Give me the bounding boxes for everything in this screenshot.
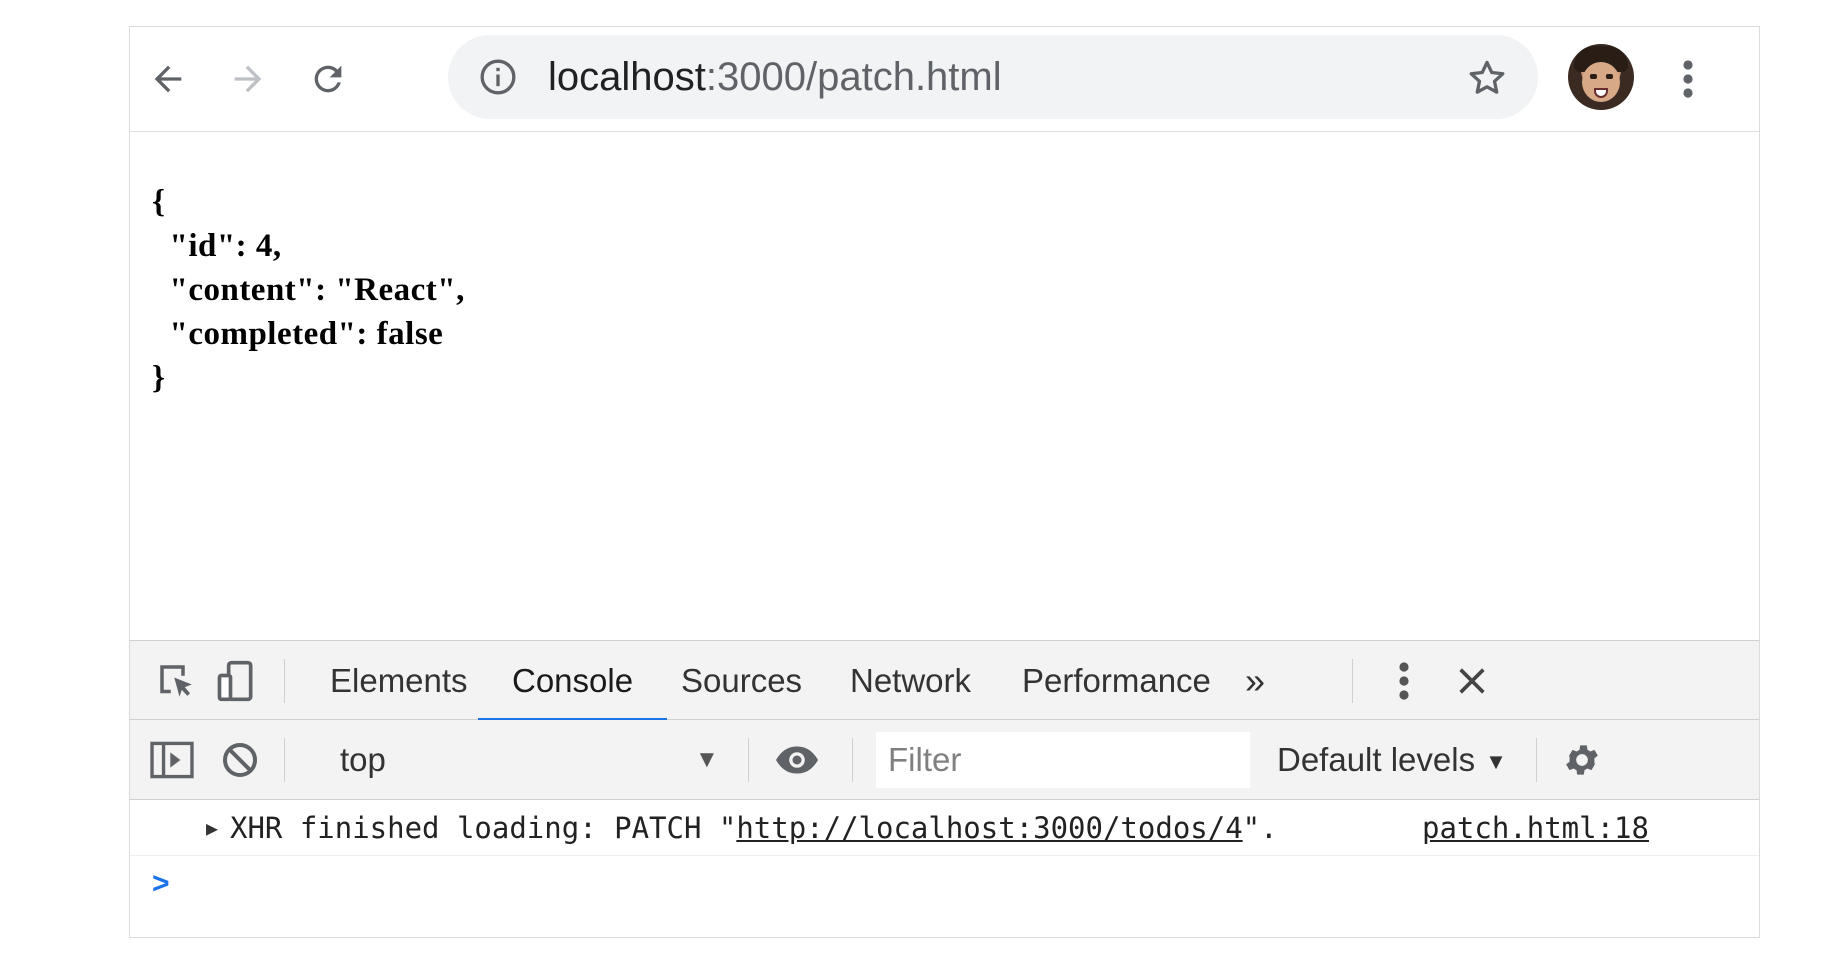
vertical-dots-icon	[1399, 662, 1409, 700]
device-toolbar-icon[interactable]	[212, 657, 260, 705]
log-levels-label: Default levels	[1277, 741, 1476, 778]
close-devtools-button[interactable]	[1448, 657, 1496, 705]
source-location-link[interactable]: patch.html:18	[1422, 800, 1649, 856]
tab-sources[interactable]: Sources	[681, 641, 802, 721]
reload-icon	[314, 65, 342, 93]
live-expression-eye-icon[interactable]	[773, 736, 821, 784]
arrow-left-icon	[154, 65, 182, 93]
more-tabs-button[interactable]: »	[1245, 641, 1265, 721]
inspect-element-icon[interactable]	[152, 657, 200, 705]
tab-performance[interactable]: Performance	[1022, 641, 1211, 721]
url-host: localhost	[548, 55, 706, 99]
devtools-panel: Elements Console Sources Network Perform…	[130, 640, 1759, 937]
close-icon	[1459, 668, 1485, 694]
log-levels-dropdown[interactable]: Default levels ▼	[1277, 720, 1507, 800]
chevron-down-icon: ▼	[1485, 749, 1507, 775]
tab-elements[interactable]: Elements	[330, 641, 468, 721]
console-filter-input[interactable]	[876, 732, 1250, 788]
json-line: {	[152, 184, 166, 220]
console-input[interactable]	[190, 866, 1694, 908]
browser-window: localhost:3000/patch.html { "id": 4, "co…	[129, 26, 1760, 938]
json-line: "completed": false	[152, 316, 444, 352]
url-path: :3000/patch.html	[705, 55, 1002, 99]
url-text[interactable]: localhost:3000/patch.html	[548, 55, 1002, 99]
devtools-menu-button[interactable]	[1380, 657, 1428, 705]
console-message-prefix: XHR finished loading: PATCH "	[230, 811, 737, 845]
info-icon[interactable]	[476, 55, 520, 99]
bookmark-star-icon[interactable]	[1462, 53, 1512, 103]
tab-console[interactable]: Console	[477, 641, 668, 722]
show-sidebar-icon[interactable]	[148, 736, 196, 784]
json-line: "content": "React",	[152, 272, 465, 308]
expand-triangle-icon[interactable]: ▶	[206, 800, 218, 856]
vertical-dots-icon	[1683, 60, 1693, 98]
json-response: { "id": 4, "content": "React", "complete…	[152, 180, 465, 400]
profile-avatar[interactable]	[1568, 44, 1634, 110]
clear-console-icon[interactable]	[216, 736, 264, 784]
reload-button[interactable]	[300, 51, 356, 107]
json-line: }	[152, 360, 166, 396]
console-toolbar: top ▼ Default levels ▼	[130, 720, 1759, 800]
console-message-suffix: ".	[1242, 811, 1278, 845]
address-bar[interactable]: localhost:3000/patch.html	[448, 35, 1538, 119]
console-settings-button[interactable]	[1558, 736, 1606, 784]
console-prompt-icon: >	[152, 867, 170, 900]
json-line: "id": 4,	[152, 228, 282, 264]
browser-menu-button[interactable]	[1660, 51, 1716, 107]
context-selector[interactable]: top	[340, 720, 386, 800]
browser-toolbar: localhost:3000/patch.html	[130, 27, 1759, 132]
request-url-link[interactable]: http://localhost:3000/todos/4	[736, 811, 1242, 845]
back-button[interactable]	[140, 51, 196, 107]
arrow-right-icon	[234, 65, 262, 93]
tab-network[interactable]: Network	[850, 641, 971, 721]
console-output: ▶ XHR finished loading: PATCH "http://lo…	[130, 800, 1759, 937]
gear-icon	[1566, 745, 1598, 775]
console-message-text: XHR finished loading: PATCH "http://loca…	[230, 800, 1278, 856]
console-message: ▶ XHR finished loading: PATCH "http://lo…	[130, 800, 1759, 856]
devtools-tab-bar: Elements Console Sources Network Perform…	[130, 640, 1759, 722]
forward-button[interactable]	[220, 51, 276, 107]
context-dropdown-arrow-icon[interactable]: ▼	[695, 720, 719, 800]
page-content: { "id": 4, "content": "React", "complete…	[130, 132, 1759, 640]
